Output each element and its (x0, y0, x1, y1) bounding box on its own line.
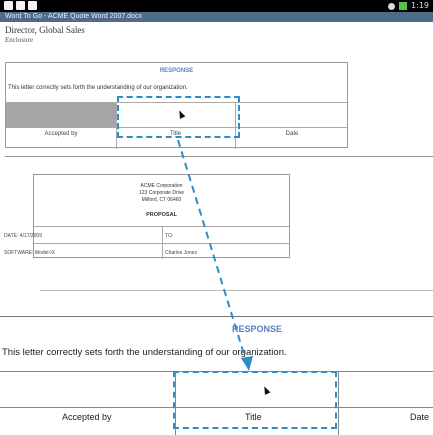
zoom-arrow-line (177, 139, 248, 365)
zoom-arrow (177, 139, 253, 371)
zoom-arrow-head (241, 356, 253, 371)
